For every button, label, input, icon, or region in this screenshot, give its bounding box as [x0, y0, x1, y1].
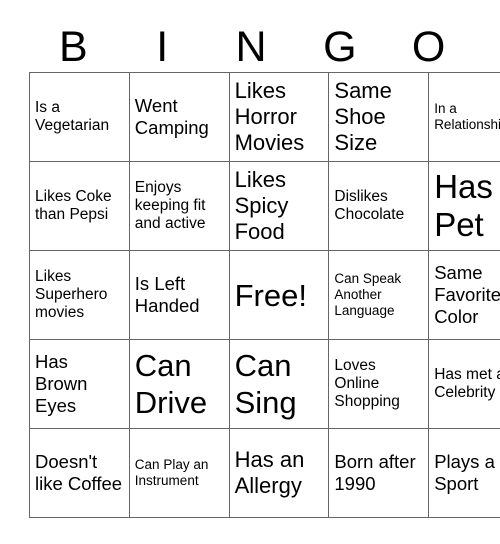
- bingo-cell-text: Has met a Celebrity: [434, 366, 500, 401]
- bingo-cell-text: Has a Pet: [434, 168, 500, 243]
- bingo-cell-i4[interactable]: Can Drive: [128, 339, 230, 429]
- bingo-cell-text: Has an Allergy: [234, 447, 305, 498]
- bingo-cell-n2[interactable]: Likes Spicy Food: [228, 161, 330, 251]
- bingo-cell-g4[interactable]: Loves Online Shopping: [328, 339, 430, 429]
- bingo-row: Is a Vegetarian Went Camping Likes Horro…: [29, 72, 500, 162]
- bingo-cell-text: Likes Horror Movies: [234, 78, 305, 155]
- bingo-cell-n5[interactable]: Has an Allergy: [228, 428, 330, 518]
- bingo-cell-text: Doesn't like Coffee: [35, 451, 123, 494]
- bingo-cell-text: In a Relationship: [434, 101, 500, 132]
- bingo-row: Doesn't like Coffee Can Play an Instrume…: [29, 428, 500, 518]
- bingo-cell-o2[interactable]: Has a Pet: [428, 161, 500, 251]
- bingo-row: Likes Superhero movies Is Left Handed Fr…: [29, 250, 500, 340]
- bingo-cell-b4[interactable]: Has Brown Eyes: [29, 339, 130, 429]
- bingo-row: Likes Coke than Pepsi Enjoys keeping fit…: [29, 161, 500, 251]
- bingo-cell-text: Can Sing: [234, 348, 297, 420]
- bingo-cell-text: Born after 1990: [334, 451, 416, 494]
- bingo-cell-text: Has Brown Eyes: [35, 351, 88, 416]
- bingo-cell-b2[interactable]: Likes Coke than Pepsi: [29, 161, 130, 251]
- bingo-cell-i2[interactable]: Enjoys keeping fit and active: [128, 161, 230, 251]
- bingo-cell-g2[interactable]: Dislikes Chocolate: [328, 161, 430, 251]
- bingo-cell-o5[interactable]: Plays a Sport: [428, 428, 500, 518]
- bingo-cell-text: Plays a Sport: [434, 451, 495, 494]
- header-letter-i: I: [156, 23, 169, 71]
- bingo-cell-text: Likes Superhero movies: [35, 268, 108, 321]
- header-letter-o: O: [411, 23, 446, 71]
- header-letter-g: G: [323, 23, 357, 71]
- bingo-cell-text: Is a Vegetarian: [35, 99, 110, 134]
- bingo-cell-o1[interactable]: In a Relationship: [428, 72, 500, 162]
- bingo-cell-n4[interactable]: Can Sing: [228, 339, 330, 429]
- bingo-cell-text: Is Left Handed: [134, 273, 200, 316]
- header-letter-n: N: [235, 23, 267, 71]
- bingo-cell-text: Loves Online Shopping: [334, 357, 400, 410]
- bingo-cell-i3[interactable]: Is Left Handed: [128, 250, 230, 340]
- bingo-cell-o4[interactable]: Has met a Celebrity: [428, 339, 500, 429]
- bingo-cell-g1[interactable]: Same Shoe Size: [328, 72, 430, 162]
- bingo-cell-text: Same Shoe Size: [334, 78, 392, 155]
- bingo-cell-text: Enjoys keeping fit and active: [134, 179, 206, 232]
- bingo-cell-g3[interactable]: Can Speak Another Language: [328, 250, 430, 340]
- bingo-cell-text: Same Favorite Color: [434, 262, 500, 327]
- bingo-cell-n1[interactable]: Likes Horror Movies: [228, 72, 330, 162]
- bingo-row: Has Brown Eyes Can Drive Can Sing Loves …: [29, 339, 500, 429]
- bingo-cell-i5[interactable]: Can Play an Instrument: [128, 428, 230, 518]
- bingo-cell-text: Free!: [234, 277, 307, 313]
- bingo-cell-b3[interactable]: Likes Superhero movies: [29, 250, 130, 340]
- bingo-cell-text: Likes Spicy Food: [234, 167, 289, 244]
- bingo-cell-text: Likes Coke than Pepsi: [35, 188, 112, 223]
- bingo-cell-i1[interactable]: Went Camping: [128, 72, 230, 162]
- header-letter-b: B: [59, 23, 88, 71]
- bingo-card: B I N G O Is a Vegetarian Went Camping L…: [29, 16, 500, 518]
- bingo-grid: Is a Vegetarian Went Camping Likes Horro…: [29, 72, 500, 518]
- bingo-cell-text: Can Drive: [134, 348, 208, 420]
- bingo-cell-text: Can Play an Instrument: [134, 457, 209, 488]
- bingo-cell-b5[interactable]: Doesn't like Coffee: [29, 428, 130, 518]
- bingo-cell-b1[interactable]: Is a Vegetarian: [29, 72, 130, 162]
- bingo-cell-text: Dislikes Chocolate: [334, 188, 405, 223]
- bingo-header-row: B I N G O: [29, 16, 473, 70]
- bingo-cell-o3[interactable]: Same Favorite Color: [428, 250, 500, 340]
- bingo-cell-free[interactable]: Free!: [228, 250, 330, 340]
- bingo-cell-text: Can Speak Another Language: [334, 271, 402, 318]
- bingo-cell-text: Went Camping: [134, 95, 209, 138]
- bingo-cell-g5[interactable]: Born after 1990: [328, 428, 430, 518]
